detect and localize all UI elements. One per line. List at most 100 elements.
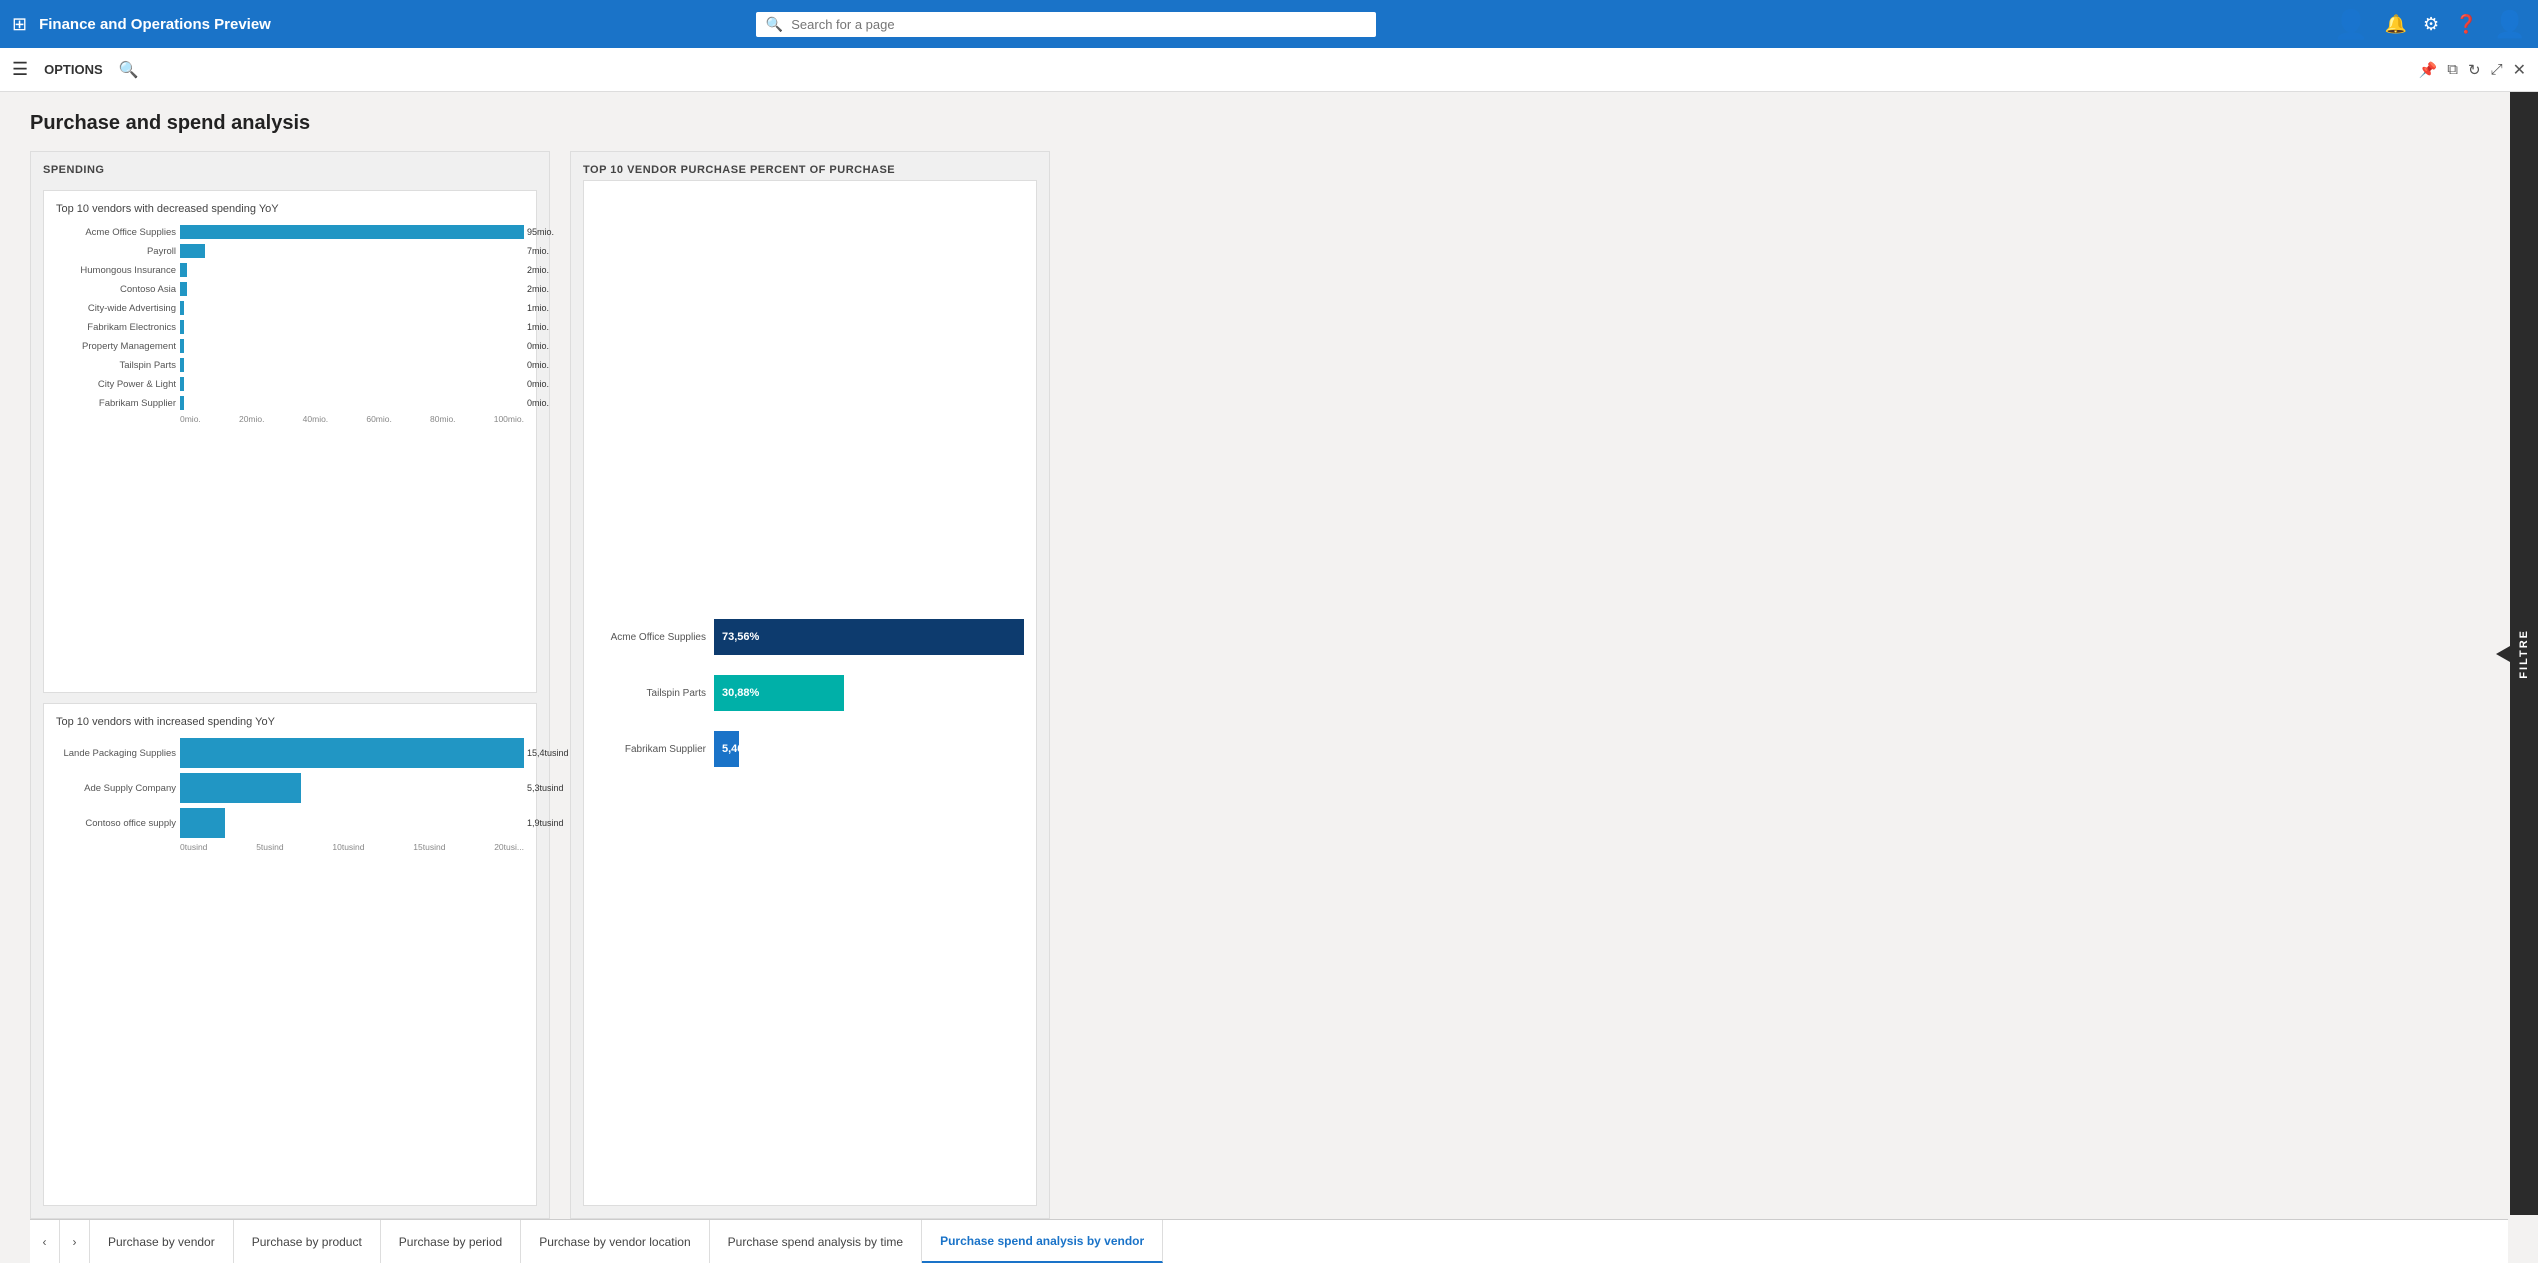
bar-fill bbox=[180, 773, 301, 803]
list-item: Tailspin Parts 30,88% bbox=[596, 675, 1024, 711]
bar-value: 1,9tusind bbox=[527, 818, 564, 828]
chart2-bars: Lande Packaging Supplies 15,4tusind Ade … bbox=[56, 738, 524, 838]
tab-purchase-by-vendor[interactable]: Purchase by vendor bbox=[90, 1220, 234, 1263]
bar-value: 1mio. bbox=[527, 322, 549, 332]
refresh-icon[interactable]: ↻ bbox=[2468, 61, 2481, 79]
tab-prev-btn[interactable]: ‹ bbox=[30, 1220, 60, 1263]
tab-purchase-by-product[interactable]: Purchase by product bbox=[234, 1220, 381, 1263]
bar-track: 1,9tusind bbox=[180, 808, 524, 838]
vendor-bar-track: 30,88% bbox=[714, 675, 1024, 711]
search-icon: 🔍 bbox=[766, 16, 783, 33]
bar-track: 7mio. bbox=[180, 244, 524, 258]
bar-fill bbox=[180, 738, 524, 768]
bar-label: Acme Office Supplies bbox=[56, 227, 176, 238]
vendor-label: Acme Office Supplies bbox=[596, 632, 706, 643]
bar-track: 2mio. bbox=[180, 282, 524, 296]
vendor-header: TOP 10 VENDOR PURCHASE PERCENT OF PURCHA… bbox=[583, 164, 1037, 176]
options-label: OPTIONS bbox=[44, 62, 103, 77]
bar-track: 0mio. bbox=[180, 377, 524, 391]
table-row: Humongous Insurance 2mio. bbox=[56, 263, 524, 277]
list-item: Fabrikam Supplier 5,46% bbox=[596, 731, 1024, 767]
search-input[interactable] bbox=[791, 17, 1366, 32]
close-icon[interactable]: ✕ bbox=[2513, 60, 2526, 80]
bar-label: Payroll bbox=[56, 246, 176, 257]
bar-label: Contoso office supply bbox=[56, 818, 176, 829]
x-axis-label: 0tusind bbox=[180, 842, 207, 852]
bar-fill bbox=[180, 263, 187, 277]
chart1-xaxis: 0mio.20mio.40mio.60mio.80mio.100mio. bbox=[56, 414, 524, 424]
x-axis-label: 100mio. bbox=[494, 414, 524, 424]
x-axis-label: 20tusi... bbox=[494, 842, 524, 852]
page-title: Purchase and spend analysis bbox=[30, 112, 2508, 135]
bar-track: 15,4tusind bbox=[180, 738, 524, 768]
vendor-label: Tailspin Parts bbox=[596, 688, 706, 699]
bar-value: 2mio. bbox=[527, 284, 549, 294]
bar-value: 0mio. bbox=[527, 379, 549, 389]
vendor-chart-box: Acme Office Supplies 73,56% Tailspin Par… bbox=[583, 180, 1037, 1206]
bell-icon[interactable]: 🔔 bbox=[2385, 14, 2407, 35]
options-right-icons: 📌 ⧉ ↻ ⤢ ✕ bbox=[2419, 60, 2526, 80]
chart2-title: Top 10 vendors with increased spending Y… bbox=[56, 716, 524, 728]
decreased-spending-chart: Top 10 vendors with decreased spending Y… bbox=[43, 190, 537, 693]
x-axis-label: 5tusind bbox=[256, 842, 283, 852]
table-row: Payroll 7mio. bbox=[56, 244, 524, 258]
bar-track: 2mio. bbox=[180, 263, 524, 277]
bar-fill bbox=[180, 808, 225, 838]
bar-label: City Power & Light bbox=[56, 379, 176, 390]
grid-icon[interactable]: ⊞ bbox=[12, 14, 27, 35]
pin-icon[interactable]: 📌 bbox=[2419, 61, 2438, 79]
bar-label: Ade Supply Company bbox=[56, 783, 176, 794]
tab-purchase-by-vendor-location[interactable]: Purchase by vendor location bbox=[521, 1220, 709, 1263]
x-axis-label: 40mio. bbox=[303, 414, 329, 424]
x-axis-label: 0mio. bbox=[180, 414, 201, 424]
list-item: Acme Office Supplies 73,56% bbox=[596, 619, 1024, 655]
help-icon[interactable]: ❓ bbox=[2455, 14, 2477, 35]
bar-fill bbox=[180, 244, 205, 258]
expand-icon[interactable]: ⤢ bbox=[2491, 61, 2503, 78]
bar-track: 1mio. bbox=[180, 301, 524, 315]
hamburger-icon[interactable]: ☰ bbox=[12, 59, 28, 80]
bar-value: 2mio. bbox=[527, 265, 549, 275]
avatar-placeholder: 👤 bbox=[2334, 8, 2369, 41]
table-row: Acme Office Supplies 95mio. bbox=[56, 225, 524, 239]
spending-panel: SPENDING Top 10 vendors with decreased s… bbox=[30, 151, 550, 1219]
bar-fill bbox=[180, 358, 184, 372]
increased-spending-chart: Top 10 vendors with increased spending Y… bbox=[43, 703, 537, 1206]
bar-fill bbox=[180, 225, 524, 239]
user-icon[interactable]: 👤 bbox=[2494, 9, 2526, 40]
tab-next-btn[interactable]: › bbox=[60, 1220, 90, 1263]
split-icon[interactable]: ⧉ bbox=[2447, 61, 2458, 78]
options-bar: ☰ OPTIONS 🔍 📌 ⧉ ↻ ⤢ ✕ bbox=[0, 48, 2538, 92]
bar-label: Property Management bbox=[56, 341, 176, 352]
chart2-xaxis: 0tusind5tusind10tusind15tusind20tusi... bbox=[56, 842, 524, 852]
bar-fill bbox=[180, 339, 184, 353]
bar-track: 0mio. bbox=[180, 339, 524, 353]
table-row: Fabrikam Electronics 1mio. bbox=[56, 320, 524, 334]
tab-purchase-by-period[interactable]: Purchase by period bbox=[381, 1220, 521, 1263]
app-title: Finance and Operations Preview bbox=[39, 16, 271, 33]
bar-label: Fabrikam Supplier bbox=[56, 398, 176, 409]
bar-label: Lande Packaging Supplies bbox=[56, 748, 176, 759]
vendor-label: Fabrikam Supplier bbox=[596, 744, 706, 755]
bottom-tabs: ‹ › Purchase by vendorPurchase by produc… bbox=[30, 1219, 2508, 1263]
search-bar[interactable]: 🔍 bbox=[756, 12, 1376, 37]
bar-value: 0mio. bbox=[527, 398, 549, 408]
bar-fill bbox=[180, 377, 184, 391]
options-search-icon[interactable]: 🔍 bbox=[119, 60, 139, 80]
bar-value: 0mio. bbox=[527, 360, 549, 370]
table-row: Tailspin Parts 0mio. bbox=[56, 358, 524, 372]
tab-purchase-spend-analysis-by-vendor[interactable]: Purchase spend analysis by vendor bbox=[922, 1220, 1163, 1263]
bar-fill bbox=[180, 282, 187, 296]
vendor-bar-track: 5,46% bbox=[714, 731, 1024, 767]
bar-track: 5,3tusind bbox=[180, 773, 524, 803]
charts-area: SPENDING Top 10 vendors with decreased s… bbox=[30, 151, 2508, 1219]
bar-track: 95mio. bbox=[180, 225, 524, 239]
bar-label: City-wide Advertising bbox=[56, 303, 176, 314]
bar-track: 0mio. bbox=[180, 358, 524, 372]
bar-track: 0mio. bbox=[180, 396, 524, 410]
tab-purchase-spend-analysis-by-time[interactable]: Purchase spend analysis by time bbox=[710, 1220, 922, 1263]
bar-value: 95mio. bbox=[527, 227, 554, 237]
x-axis-label: 80mio. bbox=[430, 414, 456, 424]
bar-value: 1mio. bbox=[527, 303, 549, 313]
settings-icon[interactable]: ⚙ bbox=[2423, 14, 2439, 35]
